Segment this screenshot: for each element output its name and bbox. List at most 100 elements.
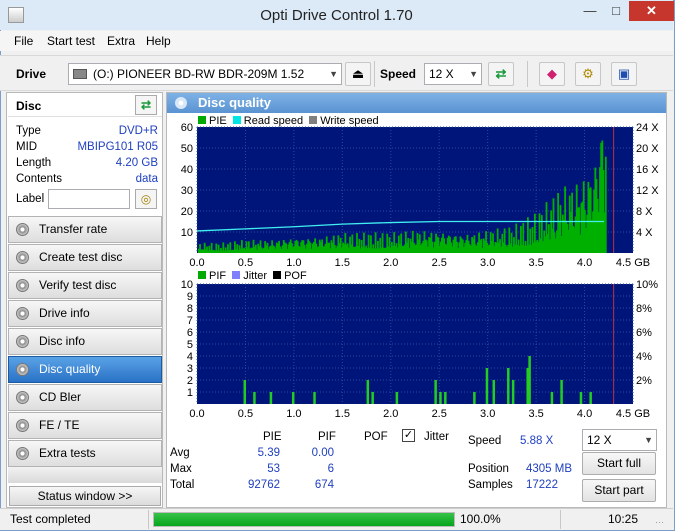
nav-label: Disc info — [39, 334, 86, 348]
disc-panel-header: Disc ⇄ — [8, 93, 162, 117]
status-text: Test completed — [10, 512, 91, 526]
menu-bar: File Start test Extra Help — [0, 31, 673, 51]
menu-help[interactable]: Help — [146, 34, 171, 48]
pif-bar — [313, 392, 316, 404]
close-button[interactable]: ✕ — [629, 1, 674, 21]
nav-label: FE / TE — [39, 418, 80, 432]
status-time: 10:25 — [608, 512, 639, 526]
nav-cd-bler[interactable]: CD Bler — [8, 384, 162, 411]
y-tick-label: 10 — [181, 279, 193, 291]
disc-contents-key: Contents — [16, 173, 63, 185]
menu-file[interactable]: File — [14, 34, 33, 48]
pie-bar — [604, 156, 607, 253]
x-tick-label: 0.5 — [238, 408, 253, 420]
test-speed-select-value: 12 X — [587, 433, 612, 447]
nav-disc-info[interactable]: Disc info — [8, 328, 162, 355]
nav-transfer-rate[interactable]: Transfer rate — [8, 216, 162, 243]
pif-bar — [444, 392, 447, 404]
start-full-button[interactable]: Start full — [582, 452, 656, 475]
eject-button[interactable]: ⏏ — [345, 62, 371, 86]
x-tick-label: 3.0 — [480, 257, 495, 268]
disc-panel: Disc ⇄ Type DVD+R MID MBIPG101 R05 Lengt… — [8, 93, 162, 215]
stats-header-pif: PIF — [318, 431, 336, 443]
stats-max-pie: 53 — [267, 463, 280, 475]
disc-icon — [16, 307, 29, 320]
chevron-down-icon: ▼ — [469, 69, 478, 79]
stats-total-label: Total — [170, 479, 195, 491]
disc-length-value: 4.20 GB — [115, 157, 158, 169]
jitter-checkbox[interactable]: ✓ — [402, 429, 415, 442]
start-part-button[interactable]: Start part — [582, 479, 656, 502]
title-bar: Opti Drive Control 1.70 — □ ✕ — [0, 0, 674, 30]
disc-icon — [16, 223, 29, 236]
status-divider — [560, 510, 561, 529]
progress-percent: 100.0% — [460, 512, 501, 526]
plot-area — [197, 284, 633, 404]
disc-contents-value: data — [135, 173, 158, 185]
x-tick-label: 0.0 — [189, 257, 204, 268]
y2-tick-label: 24 X — [636, 122, 659, 134]
y-tick-label: 40 — [181, 164, 193, 176]
speed-stat-label: Speed — [468, 435, 502, 447]
pif-bar — [291, 392, 295, 404]
y2-tick-label: 8% — [636, 303, 652, 315]
test-speed-select[interactable]: 12 X ▼ — [582, 429, 657, 451]
settings-button[interactable]: ⚙ — [575, 62, 601, 86]
status-divider — [148, 510, 149, 529]
drive-icon — [73, 69, 87, 79]
save-icon: ▣ — [617, 66, 631, 81]
disc-type-value: DVD+R — [118, 125, 158, 137]
y-tick-label: 3 — [187, 363, 193, 375]
pif-bar — [366, 380, 370, 404]
nav-drive-info[interactable]: Drive info — [8, 300, 162, 327]
nav-label: Create test disc — [39, 250, 123, 264]
nav-label: Transfer rate — [39, 222, 108, 236]
eraser-icon: ◆ — [547, 66, 557, 81]
y-tick-label: 8 — [187, 303, 193, 315]
chevron-down-icon: ▼ — [329, 69, 338, 79]
drive-select[interactable]: (O:) PIONEER BD-RW BDR-209M 1.52 ▼ — [68, 63, 342, 85]
pif-bar — [243, 380, 247, 404]
resize-grip-icon[interactable]: ⋯ — [655, 517, 664, 528]
save-button[interactable]: ▣ — [611, 62, 637, 86]
pif-bar — [511, 380, 515, 404]
menu-extra[interactable]: Extra — [107, 34, 135, 48]
disc-label-input[interactable] — [48, 189, 130, 209]
pif-bar — [589, 392, 592, 404]
nav-label: Verify test disc — [39, 278, 117, 292]
disc-refresh-button[interactable]: ⇄ — [135, 95, 157, 115]
refresh-icon: ⇄ — [495, 66, 507, 81]
x-tick-label: 0.0 — [189, 408, 204, 420]
y-tick-label: 50 — [181, 143, 193, 155]
x-tick-label: 1.5 — [335, 408, 350, 420]
nav-label: CD Bler — [39, 390, 82, 404]
pif-bar — [579, 392, 583, 404]
drive-label: Drive — [16, 67, 47, 81]
y2-tick-label: 8 X — [636, 206, 653, 218]
nav-fe-te[interactable]: FE / TE — [8, 412, 162, 439]
speed-select[interactable]: 12 X ▼ — [424, 63, 482, 85]
x-tick-label: 3.0 — [480, 408, 495, 420]
disc-icon — [16, 279, 29, 292]
disc-label-button[interactable]: ◎ — [135, 189, 157, 209]
speed-select-value: 12 X — [429, 67, 454, 81]
nav-extra-tests[interactable]: Extra tests — [8, 440, 162, 467]
stats-total-pif: 674 — [314, 479, 334, 491]
nav-disc-quality[interactable]: Disc quality — [8, 356, 162, 383]
disc-icon — [16, 363, 29, 376]
speed-stat-value: 5.88 X — [520, 435, 554, 447]
y-tick-label: 20 — [181, 206, 193, 218]
pif-bar — [485, 368, 489, 404]
y2-tick-label: 10% — [636, 279, 658, 291]
x-tick-label: 4.5 GB — [616, 257, 650, 268]
y-tick-label: 2 — [187, 375, 193, 387]
maximize-button[interactable]: □ — [603, 1, 629, 21]
erase-button[interactable]: ◆ — [539, 62, 565, 86]
refresh-button[interactable]: ⇄ — [488, 62, 514, 86]
menu-start-test[interactable]: Start test — [47, 34, 95, 48]
nav-create-test-disc[interactable]: Create test disc — [8, 244, 162, 271]
status-window-button[interactable]: Status window >> — [9, 486, 161, 506]
nav-verify-test-disc[interactable]: Verify test disc — [8, 272, 162, 299]
y-tick-label: 7 — [187, 315, 193, 327]
minimize-button[interactable]: — — [577, 1, 603, 21]
